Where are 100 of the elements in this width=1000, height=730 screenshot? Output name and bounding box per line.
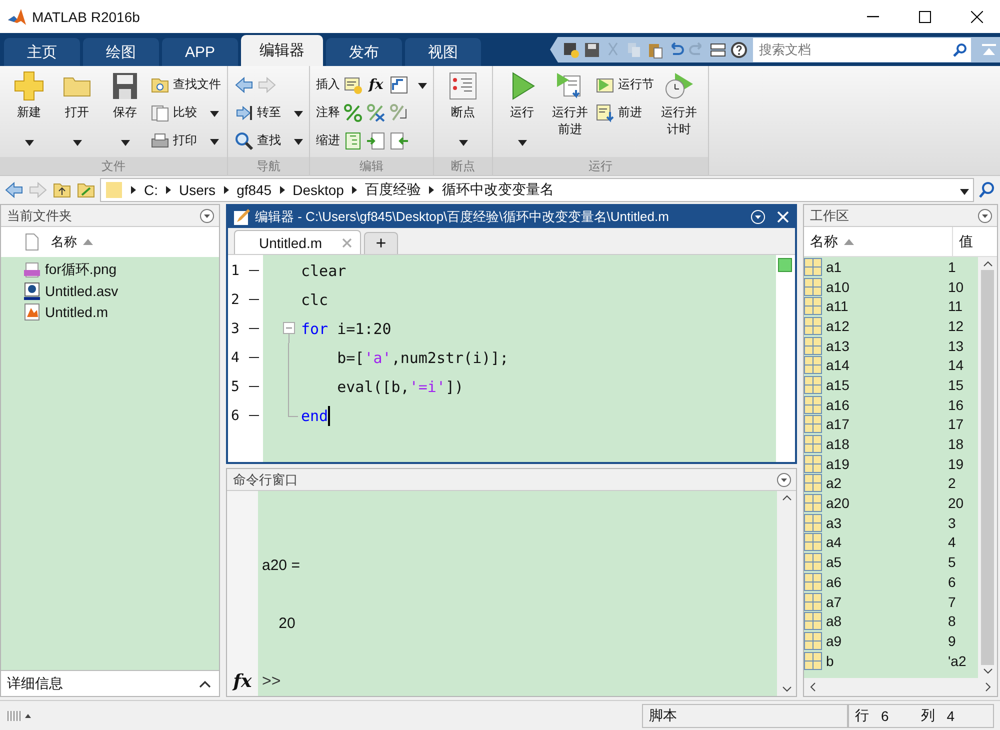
file-tab[interactable]: Untitled.m	[234, 230, 362, 254]
expand-icon[interactable]	[199, 680, 211, 688]
ribbon-button[interactable]: 新建	[6, 70, 52, 157]
caret-icon[interactable]	[120, 140, 130, 146]
ribbon-button[interactable]: 保存	[102, 70, 148, 157]
horizontal-scrollbar[interactable]	[804, 678, 997, 696]
variable-name[interactable]: a18	[822, 436, 948, 452]
panel-menu-icon[interactable]	[977, 208, 993, 224]
help-icon[interactable]	[730, 40, 748, 58]
ribbon-button[interactable]: 运行并前进	[547, 70, 593, 157]
caret-icon[interactable]	[518, 140, 526, 146]
variable-name[interactable]: a19	[822, 456, 948, 472]
file-item[interactable]: for循环.png	[45, 260, 117, 278]
command-prompt[interactable]: >>	[262, 667, 777, 696]
path-segment[interactable]: 循环中改变变量名	[442, 181, 554, 199]
caret-icon[interactable]	[418, 82, 427, 88]
caret-icon[interactable]	[458, 140, 468, 146]
sort-ascending-icon[interactable]	[83, 239, 93, 245]
column-header[interactable]: 名称	[51, 233, 77, 251]
panel-menu-icon[interactable]	[199, 208, 215, 224]
variable-name[interactable]: a15	[822, 376, 948, 393]
variable-name[interactable]: a11	[822, 298, 948, 314]
back-arrow-icon[interactable]	[4, 180, 24, 200]
breakpoint-marker[interactable]	[249, 414, 259, 416]
variable-name[interactable]: a6	[822, 574, 948, 590]
ribbon-button[interactable]: 运行并计时	[656, 70, 702, 157]
search-box[interactable]: 搜索文档	[753, 38, 971, 62]
up-folder-icon[interactable]	[52, 181, 72, 199]
variable-name[interactable]: a12	[822, 318, 948, 334]
ribbon-button[interactable]: 运行	[499, 70, 545, 157]
scroll-left-icon[interactable]	[810, 682, 816, 692]
breakpoint-marker[interactable]	[249, 356, 259, 358]
scrollbar[interactable]	[978, 257, 997, 678]
file-item[interactable]: Untitled.m	[45, 304, 108, 320]
function-browser-button[interactable]: fx	[233, 671, 252, 692]
back-arrow-icon[interactable]	[234, 74, 254, 94]
file-item[interactable]: Untitled.asv	[45, 282, 118, 298]
scrollbar[interactable]	[777, 491, 796, 696]
caret-icon[interactable]	[210, 138, 219, 144]
breakpoint-marker[interactable]	[249, 386, 259, 388]
scroll-down-icon[interactable]	[782, 686, 792, 692]
panel-menu-icon[interactable]	[776, 472, 792, 488]
path-segment[interactable]: Desktop	[292, 182, 344, 198]
variable-name[interactable]: a10	[822, 278, 948, 295]
variable-name[interactable]: a17	[822, 416, 948, 432]
ribbon-tab[interactable]: 编辑器	[241, 35, 323, 66]
new-tab-button[interactable]: +	[364, 232, 398, 254]
caret-icon[interactable]	[24, 140, 34, 146]
variable-name[interactable]: a20	[822, 495, 948, 512]
grip-icon[interactable]	[6, 708, 34, 722]
variable-name[interactable]: a13	[822, 338, 948, 354]
variable-name[interactable]: a14	[822, 357, 948, 374]
column-header[interactable]: 值	[953, 227, 973, 256]
path-segment[interactable]: C:	[144, 182, 158, 198]
ribbon-tab[interactable]: APP	[162, 38, 238, 66]
scroll-up-icon[interactable]	[782, 495, 792, 501]
variable-name[interactable]: a4	[822, 534, 948, 550]
path-segment[interactable]: Users	[179, 182, 216, 198]
address-field[interactable]: C: Users gf845 Desktop 百度经验 循环中改变变量名	[100, 178, 974, 202]
ribbon-tab[interactable]: 主页	[4, 38, 80, 66]
save-icon[interactable]	[583, 40, 601, 58]
dropdown-icon[interactable]	[960, 189, 969, 195]
search-icon[interactable]	[978, 181, 996, 199]
ribbon-button[interactable]: 查找文件	[150, 72, 221, 97]
caret-icon[interactable]	[210, 110, 219, 116]
variable-name[interactable]: a8	[822, 613, 948, 630]
ribbon-tab[interactable]: 视图	[405, 38, 481, 66]
variable-name[interactable]: a16	[822, 396, 948, 413]
path-segment[interactable]: 百度经验	[364, 181, 421, 199]
caret-icon[interactable]	[294, 138, 303, 144]
ribbon-button[interactable]: 打印	[150, 128, 221, 153]
ribbon-tab[interactable]: 绘图	[83, 38, 159, 66]
variable-name[interactable]: a9	[822, 632, 948, 649]
ribbon-button[interactable]: 查找	[234, 128, 303, 153]
variable-name[interactable]: a7	[822, 594, 948, 610]
caret-icon[interactable]	[294, 110, 303, 116]
variable-name[interactable]: a2	[822, 475, 948, 492]
variable-name[interactable]: a1	[822, 258, 948, 275]
sort-ascending-icon[interactable]	[844, 238, 854, 244]
scroll-down-icon[interactable]	[982, 668, 992, 674]
scroll-up-icon[interactable]	[982, 261, 992, 267]
function-button[interactable]: fx	[366, 76, 386, 92]
variable-name[interactable]: a3	[822, 514, 948, 531]
breakpoint-marker[interactable]	[249, 298, 259, 300]
column-header[interactable]: 名称	[810, 232, 838, 250]
shortcut-icon[interactable]	[562, 40, 580, 58]
ribbon-button[interactable]: 断点	[440, 70, 486, 157]
ribbon-tab[interactable]: 发布	[326, 38, 402, 66]
windows-icon[interactable]	[709, 40, 727, 58]
variable-name[interactable]: b	[822, 652, 948, 669]
ribbon-button[interactable]: 运行节	[595, 72, 654, 97]
scroll-right-icon[interactable]	[985, 682, 991, 692]
search-field[interactable]: 搜索文档	[757, 41, 953, 58]
breakpoint-marker[interactable]	[249, 328, 259, 330]
breakpoint-marker[interactable]	[249, 270, 259, 272]
path-segment[interactable]: gf845	[236, 182, 272, 198]
ribbon-button[interactable]: 前进	[595, 100, 654, 125]
ribbon-button[interactable]: 打开	[54, 70, 100, 157]
ribbon-button[interactable]: 转至	[234, 100, 303, 125]
caret-icon[interactable]	[72, 140, 82, 146]
